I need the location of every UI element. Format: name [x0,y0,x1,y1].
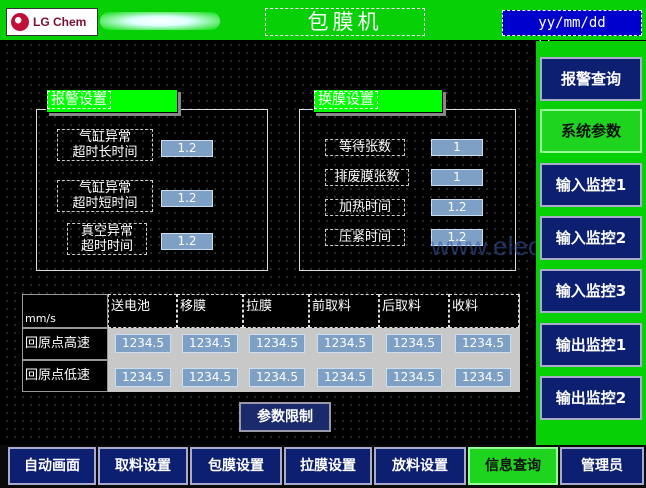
table-cell-input[interactable]: 1234.5 [115,368,171,387]
page-title: 包膜机 [265,8,425,36]
param-limit-button[interactable]: 参数限制 [239,402,331,432]
cylinder-short-timeout-label: 气缸异常 超时短时间 [57,180,153,212]
status-glow-indicator [100,12,220,30]
heating-time-input[interactable]: 1.2 [431,199,483,216]
waste-film-count-label: 排废膜张数 [325,169,409,186]
menu-alarm-query-button[interactable]: 报警查询 [540,57,642,101]
tab-discharge-settings[interactable]: 放料设置 [374,447,466,485]
tab-material-pick-settings[interactable]: 取料设置 [98,447,188,485]
column-header: 拉膜 [243,294,309,328]
menu-input-monitor-1-button[interactable]: 输入监控1 [540,163,642,207]
film-change-title: 换膜设置 [313,89,443,113]
tab-admin[interactable]: 管理员 [560,447,644,485]
table-cell-input[interactable]: 1234.5 [249,368,305,387]
menu-output-monitor-2-button[interactable]: 输出监控2 [540,376,642,420]
speed-table: mm/s 送电池 移膜 拉膜 前取料 后取料 收料 回原点高速 回原点低速 12… [22,294,520,392]
menu-system-params-button[interactable]: 系统参数 [540,109,642,153]
press-time-label: 压紧时间 [325,229,405,246]
unit-label: mm/s [25,312,56,325]
cylinder-long-timeout-label: 气缸异常 超时长时间 [57,129,153,161]
table-cell-input[interactable]: 1234.5 [386,368,442,387]
cylinder-long-timeout-input[interactable]: 1.2 [161,140,213,157]
table-cell-input[interactable]: 1234.5 [317,334,373,353]
tab-auto-screen[interactable]: 自动画面 [8,447,96,485]
right-menu: 报警查询 系统参数 输入监控1 输入监控2 输入监控3 输出监控1 输出监控2 [536,41,646,445]
datetime-display: yy/mm/dd hh:mm:ss [502,10,642,55]
table-cell-input[interactable]: 1234.5 [386,334,442,353]
alarm-settings-title: 报警设置 [46,89,178,113]
table-cell-input[interactable]: 1234.5 [317,368,373,387]
tab-wrap-settings[interactable]: 包膜设置 [190,447,282,485]
heating-time-label: 加热时间 [325,199,405,216]
logo-text: LG Chem [33,15,87,29]
menu-input-monitor-3-button[interactable]: 输入监控3 [540,269,642,313]
table-cell-input[interactable]: 1234.5 [182,368,238,387]
column-header: 收料 [449,294,519,328]
tab-film-pull-settings[interactable]: 拉膜设置 [284,447,372,485]
column-header: 移膜 [177,294,243,328]
bottom-menu: 自动画面 取料设置 包膜设置 拉膜设置 放料设置 信息查询 管理员 [0,445,646,488]
column-header: 后取料 [379,294,449,328]
table-cell-input[interactable]: 1234.5 [455,334,511,353]
tab-info-query[interactable]: 信息查询 [468,447,558,485]
lg-logo-icon [11,13,29,31]
table-cell-input[interactable]: 1234.5 [455,368,511,387]
row-label-low-speed: 回原点低速 [22,360,108,392]
vacuum-timeout-label: 真空异常 超时时间 [67,223,147,255]
menu-input-monitor-2-button[interactable]: 输入监控2 [540,216,642,260]
cylinder-short-timeout-input[interactable]: 1.2 [161,190,213,207]
vacuum-timeout-input[interactable]: 1.2 [161,233,213,250]
column-header: 前取料 [309,294,379,328]
column-header: 送电池 [108,294,177,328]
wait-count-input[interactable]: 1 [431,139,483,156]
wait-count-label: 等待张数 [325,139,405,156]
table-corner: mm/s [22,294,108,328]
menu-output-monitor-1-button[interactable]: 输出监控1 [540,323,642,367]
row-label-high-speed: 回原点高速 [22,328,108,360]
lg-chem-logo: LG Chem [6,8,98,36]
table-cell-input[interactable]: 1234.5 [249,334,305,353]
table-cell-input[interactable]: 1234.5 [182,334,238,353]
header-bar: LG Chem 包膜机 yy/mm/dd hh:mm:ss [0,0,646,55]
waste-film-count-input[interactable]: 1 [431,169,483,186]
table-cell-input[interactable]: 1234.5 [115,334,171,353]
